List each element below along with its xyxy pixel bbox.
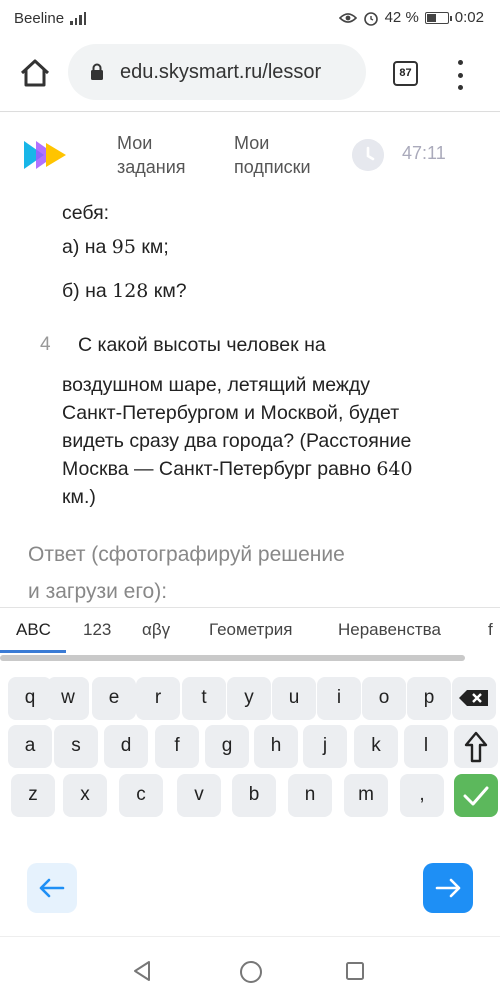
signal-icon	[70, 11, 87, 25]
nav-my-subscriptions-line2: подписки	[234, 157, 311, 177]
keyboard-tab-inequalities[interactable]: Неравенства	[338, 620, 441, 640]
recents-icon[interactable]	[345, 961, 365, 981]
back-icon[interactable]	[131, 960, 153, 982]
key-m[interactable]: m	[344, 774, 388, 817]
answer-prompt-line-1: Ответ (сфотографируй решение	[28, 543, 345, 566]
key-i[interactable]: i	[317, 677, 361, 720]
skysmart-logo[interactable]	[22, 137, 68, 173]
key-y[interactable]: y	[227, 677, 271, 720]
url-text: edu.skysmart.ru/lessor	[120, 60, 322, 83]
question-line-3: Санкт-Петербургом и Москвой, будет	[62, 402, 400, 424]
arrow-right-icon	[435, 878, 461, 898]
key-comma[interactable]: ,	[400, 774, 444, 817]
key-f[interactable]: f	[155, 725, 199, 768]
key-b[interactable]: b	[232, 774, 276, 817]
menu-icon[interactable]	[455, 60, 465, 90]
key-l[interactable]: l	[404, 725, 448, 768]
nav-my-subscriptions-line1: Мои	[234, 133, 270, 153]
checkmark-icon	[463, 786, 489, 806]
key-h[interactable]: h	[254, 725, 298, 768]
lock-icon	[91, 63, 103, 80]
arrow-left-icon	[39, 878, 65, 898]
key-z[interactable]: z	[11, 774, 55, 817]
home-circle-icon[interactable]	[239, 960, 263, 984]
key-j[interactable]: j	[303, 725, 347, 768]
nav-my-tasks-line1: Мои	[117, 133, 153, 153]
task-item-b-number: 128	[112, 280, 149, 302]
shift-key[interactable]	[454, 725, 498, 768]
question-line-5-text: Москва — Санкт-Петербург равно	[62, 458, 377, 480]
alarm-icon	[363, 11, 378, 26]
battery-icon	[424, 11, 452, 24]
task-item-a: а) на 95 км;	[62, 235, 169, 259]
key-c[interactable]: c	[119, 774, 163, 817]
question-line-6: км.)	[62, 486, 96, 508]
nav-my-tasks[interactable]: Мои задания	[117, 131, 186, 179]
key-g[interactable]: g	[205, 725, 249, 768]
backspace-icon	[459, 690, 488, 706]
answer-prompt-line-2: и загрузи его):	[28, 580, 168, 603]
math-keyboard: q w e r t y u i o p a s d f g h j k l z …	[0, 664, 500, 832]
cursor-left-button[interactable]	[27, 863, 77, 913]
tab-switcher-button[interactable]: 87	[393, 61, 418, 86]
keyboard-tab-geometry[interactable]: Геометрия	[209, 620, 293, 640]
battery-percent: 42 %	[384, 9, 419, 26]
key-n[interactable]: n	[288, 774, 332, 817]
keyboard-tab-bar: ABC 123 αβγ Геометрия Неравенства f	[0, 607, 500, 651]
key-w[interactable]: w	[47, 677, 89, 720]
nav-my-subscriptions[interactable]: Мои подписки	[234, 131, 311, 179]
task-item-a-number: 95	[111, 236, 136, 258]
backspace-key[interactable]	[452, 677, 496, 720]
browser-toolbar: edu.skysmart.ru/lessor 87	[0, 36, 500, 112]
key-a[interactable]: a	[8, 725, 52, 768]
key-t[interactable]: t	[182, 677, 226, 720]
key-u[interactable]: u	[272, 677, 316, 720]
status-bar: Beeline 42 % 0:02	[0, 0, 500, 36]
key-v[interactable]: v	[177, 774, 221, 817]
clock-time: 0:02	[454, 9, 484, 26]
keyboard-tab-greek[interactable]: αβγ	[142, 620, 170, 640]
task-item-a-prefix: а) на	[62, 236, 112, 258]
keyboard-tab-123[interactable]: 123	[83, 620, 111, 640]
task-item-b: б) на 128 км?	[62, 279, 187, 303]
key-x[interactable]: x	[63, 774, 107, 817]
shift-icon	[464, 731, 488, 763]
lesson-content: себя: а) на 95 км; б) на 128 км? 4 С как…	[0, 197, 500, 607]
key-p[interactable]: p	[407, 677, 451, 720]
task-item-b-suffix: км?	[148, 280, 187, 302]
lesson-timer: 47:11	[402, 143, 446, 163]
key-e[interactable]: e	[92, 677, 136, 720]
home-icon[interactable]	[18, 56, 52, 90]
question-line-5: Москва — Санкт-Петербург равно 640	[62, 457, 413, 481]
question-line-1: С какой высоты человек на	[78, 334, 326, 356]
question-distance-number: 640	[376, 458, 413, 480]
task-item-b-prefix: б) на	[62, 280, 113, 302]
keyboard-tab-functions[interactable]: f	[488, 620, 493, 640]
keyboard-tab-abc[interactable]: ABC	[16, 620, 51, 640]
key-o[interactable]: o	[362, 677, 406, 720]
carrier-name: Beeline	[14, 9, 65, 27]
nav-my-tasks-line2: задания	[117, 157, 186, 177]
keyboard-navigation	[0, 832, 500, 936]
eye-icon	[338, 12, 357, 23]
key-r[interactable]: r	[136, 677, 180, 720]
clock-icon	[352, 139, 384, 171]
address-bar[interactable]: edu.skysmart.ru/lessor	[68, 44, 366, 100]
system-navigation-bar	[0, 936, 500, 999]
key-k[interactable]: k	[354, 725, 398, 768]
keyboard-tab-scrollbar[interactable]	[0, 655, 465, 661]
key-s[interactable]: s	[54, 725, 98, 768]
key-d[interactable]: d	[104, 725, 148, 768]
key-q[interactable]: q	[8, 677, 52, 720]
question-number: 4	[40, 334, 51, 355]
task-text-line: себя:	[62, 202, 110, 224]
task-item-a-suffix: км;	[135, 236, 169, 258]
active-tab-indicator	[0, 650, 66, 653]
enter-key[interactable]	[454, 774, 498, 817]
question-line-2: воздушном шаре, летящий между	[62, 374, 371, 396]
cursor-right-button[interactable]	[423, 863, 473, 913]
app-header: Мои задания Мои подписки 47:11	[0, 113, 500, 197]
question-line-4: видеть сразу два города? (Расстояние	[62, 430, 412, 452]
